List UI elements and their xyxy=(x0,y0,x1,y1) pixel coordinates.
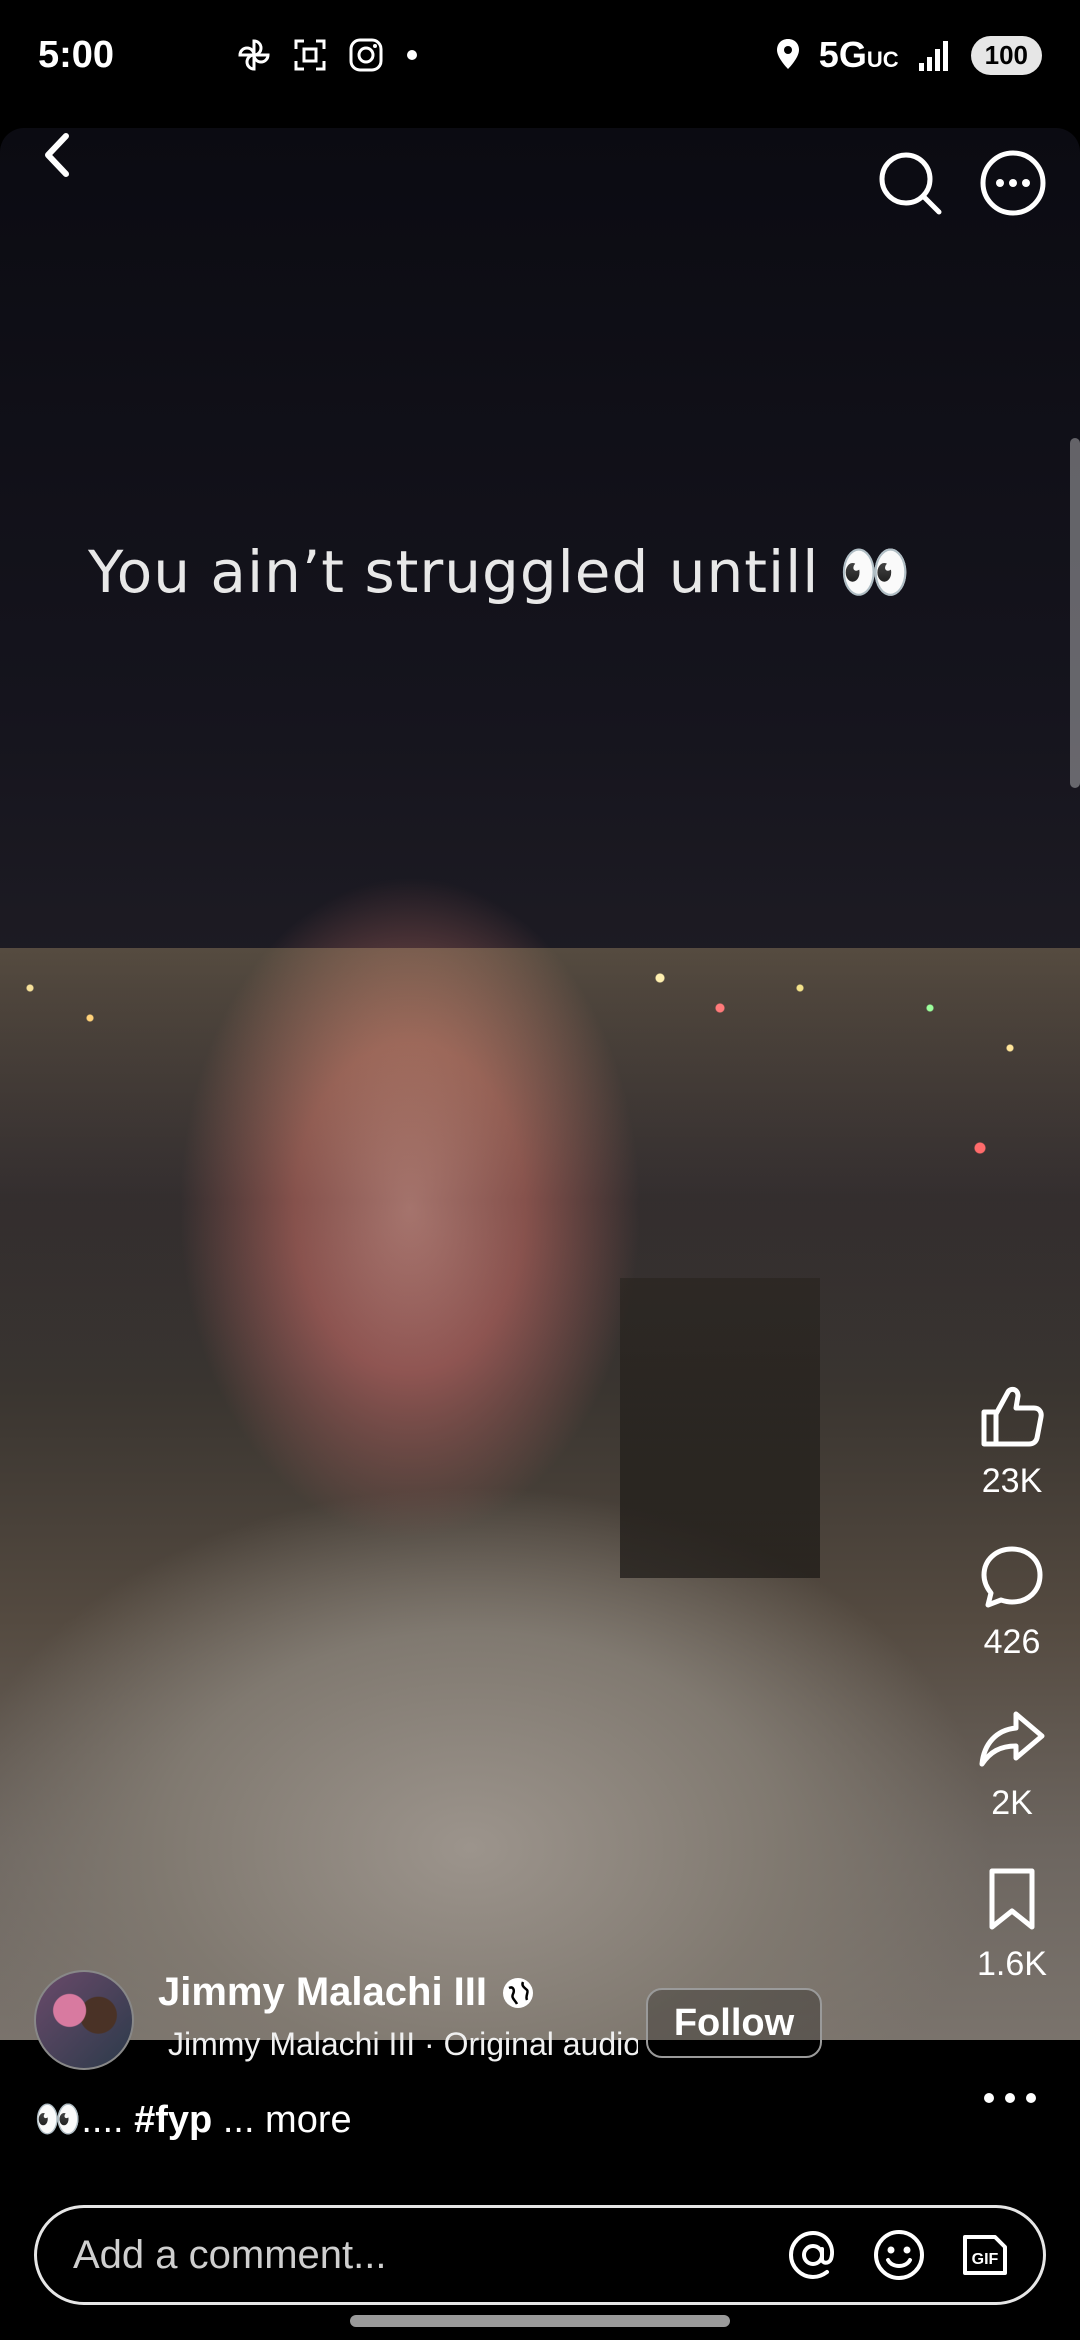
chevron-left-icon xyxy=(45,133,69,177)
more-options-button[interactable] xyxy=(978,148,1048,218)
dot-icon xyxy=(407,50,418,60)
follow-button[interactable]: Follow xyxy=(646,1988,822,2058)
battery-indicator: 100 xyxy=(970,35,1042,75)
comment-bar[interactable]: Add a comment... GIF xyxy=(34,2205,1046,2305)
audio-line[interactable]: Jimmy Malachi III · Original audio xyxy=(158,2026,638,2063)
pinwheel-icon xyxy=(238,39,270,71)
home-indicator[interactable] xyxy=(350,2315,730,2327)
save-action[interactable]: 1.6K xyxy=(976,1863,1048,1984)
instagram-icon xyxy=(349,38,383,72)
comment-action[interactable]: 426 xyxy=(976,1541,1048,1662)
location-icon xyxy=(776,39,799,69)
reels-screen: 5:00 5GUC 100 You ain’t struggled untill… xyxy=(0,0,1080,2340)
like-action[interactable]: 23K xyxy=(976,1380,1048,1501)
status-right: 5GUC 100 xyxy=(773,34,1042,76)
caption-dots: .... xyxy=(81,2099,124,2141)
post-more-button[interactable] xyxy=(975,2078,1045,2118)
network-sub-label: UC xyxy=(866,47,899,72)
author-name-row[interactable]: Jimmy Malachi III xyxy=(158,1970,535,2015)
video-city-lights xyxy=(0,948,1080,1368)
audio-label: Jimmy Malachi III · Original audio xyxy=(168,2026,638,2062)
bookmark-icon xyxy=(989,1868,1035,1930)
search-icon xyxy=(879,152,942,215)
network-type: 5GUC xyxy=(819,34,899,76)
video-building xyxy=(620,1278,820,1578)
like-count: 23K xyxy=(981,1462,1043,1500)
search-button[interactable] xyxy=(875,148,945,218)
emoji-icon[interactable] xyxy=(871,2227,927,2283)
video-caption-text: You ain’t struggled untill 👀 xyxy=(88,538,912,606)
comment-bar-icons: GIF xyxy=(785,2227,1013,2283)
author-row: Jimmy Malachi III Jimmy Malachi III · Or… xyxy=(34,1970,1034,2080)
share-count: 2K xyxy=(991,1784,1033,1822)
comment-bubble-icon xyxy=(981,1546,1043,1608)
caption-emoji: 👀 xyxy=(34,2099,82,2141)
status-time: 5:00 xyxy=(38,33,115,76)
share-arrow-icon xyxy=(979,1711,1045,1767)
globe-icon xyxy=(503,1977,534,2008)
comment-count: 426 xyxy=(983,1623,1041,1661)
mention-icon[interactable] xyxy=(785,2227,841,2283)
network-label: 5G xyxy=(818,34,867,75)
scroll-indicator xyxy=(1070,438,1080,788)
reel-actions: 23K 426 2K 1.6K xyxy=(960,1380,1064,2024)
caption-more-link[interactable]: ... more xyxy=(223,2099,352,2141)
avatar[interactable] xyxy=(34,1970,134,2070)
svg-text:GIF: GIF xyxy=(972,2251,999,2268)
back-button[interactable] xyxy=(32,120,82,190)
gif-icon[interactable]: GIF xyxy=(957,2227,1013,2283)
caption-hashtag[interactable]: #fyp xyxy=(134,2099,212,2141)
post-caption[interactable]: 👀.... #fyp ... more xyxy=(34,2098,352,2142)
status-bar: 5:00 5GUC 100 xyxy=(0,0,1080,110)
more-horizontal-icon xyxy=(984,2093,1036,2103)
screenshot-icon xyxy=(294,39,326,71)
author-name: Jimmy Malachi III xyxy=(158,1970,488,2014)
thumbs-up-icon xyxy=(981,1386,1044,1447)
share-action[interactable]: 2K xyxy=(976,1702,1048,1823)
comment-input[interactable]: Add a comment... xyxy=(73,2233,785,2278)
status-left: 5:00 xyxy=(38,34,422,77)
signal-icon xyxy=(918,41,948,71)
status-notification-icons xyxy=(234,35,422,75)
reel-video[interactable]: You ain’t struggled untill 👀 xyxy=(0,128,1080,2040)
more-horizontal-circle-icon xyxy=(980,150,1046,216)
